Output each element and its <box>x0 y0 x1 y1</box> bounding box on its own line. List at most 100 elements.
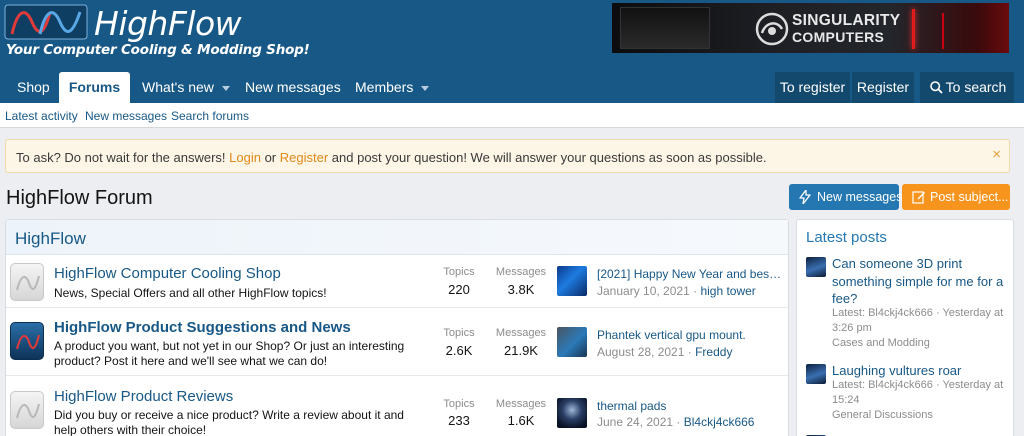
site-logo[interactable]: HighFlow Your Computer Cooling & Modding… <box>4 4 310 66</box>
avatar[interactable] <box>806 364 826 384</box>
last-post-meta: August 28, 2021 · Freddy <box>597 345 732 359</box>
new-messages-label: New messages <box>817 190 903 204</box>
tab-new-messages[interactable]: New messages <box>245 72 341 103</box>
subnav-latest-activity[interactable]: Latest activity <box>5 109 78 123</box>
chevron-down-icon[interactable] <box>421 85 430 91</box>
highflow-logo-icon <box>4 4 88 40</box>
messages-count: 1.6K <box>507 413 535 428</box>
search-button[interactable]: To search <box>920 72 1014 103</box>
login-link[interactable]: To register <box>775 72 850 103</box>
topics-label: Topics <box>443 398 475 410</box>
last-post-user[interactable]: Bl4ckj4ck666 <box>684 415 755 429</box>
ad-text-line1: SINGULARITY <box>792 12 901 29</box>
forum-logo-icon <box>16 275 40 291</box>
messages-count: 3.8K <box>507 282 535 297</box>
latest-post-title[interactable]: Laughing vultures roar <box>832 362 1008 380</box>
forum-row: HighFlow Computer Cooling Shop News, Spe… <box>6 256 788 308</box>
last-post-date: August 28, 2021 <box>597 345 685 359</box>
messages-label: Messages <box>495 266 547 278</box>
last-post-thumbnail[interactable] <box>557 266 587 296</box>
block-header: HighFlow <box>6 220 788 255</box>
notice-banner: To ask? Do not wait for the answers! Log… <box>5 139 1010 173</box>
topics-label: Topics <box>443 327 475 339</box>
forum-title[interactable]: HighFlow Product Reviews <box>54 388 233 405</box>
post-subject-button[interactable]: Post subject... <box>902 184 1010 210</box>
notice-suffix: and post your question! We will answer y… <box>328 150 767 165</box>
forum-read-icon <box>10 263 44 301</box>
latest-posts-sidebar: Latest posts Can someone 3D print someth… <box>796 219 1014 436</box>
site-header: HighFlow Your Computer Cooling & Modding… <box>0 0 1024 72</box>
post-subject-label: Post subject... <box>930 190 1009 204</box>
ad-text-line2: COMPUTERS <box>792 29 885 45</box>
sub-nav: Latest activity New messages Search foru… <box>0 103 1024 128</box>
latest-post-forum[interactable]: General Discussions <box>832 409 933 421</box>
register-button[interactable]: Register <box>852 72 914 103</box>
last-post-title[interactable]: [2021] Happy New Year and best wi... <box>597 267 783 281</box>
forum-description: Did you buy or receive a nice product? W… <box>54 408 404 436</box>
avatar[interactable] <box>806 257 826 277</box>
topics-count: 220 <box>448 282 470 297</box>
latest-post-item: Laughing vultures roar Latest: Bl4ckj4ck… <box>806 362 1011 422</box>
search-icon <box>930 81 943 94</box>
tab-whats-new-label: What's new <box>142 79 214 95</box>
edit-icon <box>912 191 925 204</box>
ad-decor-red2 <box>942 13 944 49</box>
subnav-new-messages[interactable]: New messages <box>85 109 167 123</box>
tab-whats-new[interactable]: What's new <box>142 72 230 103</box>
notice-or: or <box>260 150 280 165</box>
page-title: HighFlow Forum <box>6 187 153 209</box>
forum-logo-icon <box>16 403 40 419</box>
tab-members-label: Members <box>355 79 414 95</box>
topics-label: Topics <box>443 266 475 278</box>
latest-post-forum[interactable]: Cases and Modding <box>832 337 930 349</box>
forum-row: HighFlow Product Reviews Did you buy or … <box>6 377 788 436</box>
latest-post-title[interactable]: Can someone 3D print something simple fo… <box>832 255 1008 308</box>
messages-label: Messages <box>495 327 547 339</box>
close-icon[interactable]: × <box>992 146 1001 163</box>
notice-register-link[interactable]: Register <box>280 150 328 165</box>
separator-dot: · <box>693 284 698 298</box>
last-post-date: January 10, 2021 <box>597 284 690 298</box>
block-title[interactable]: HighFlow <box>15 229 86 249</box>
forum-logo-icon <box>16 334 40 350</box>
last-post-user[interactable]: Freddy <box>695 345 732 359</box>
latest-post-meta: Latest: Bl4ckj4ck666 · Yesterday at 3:26… <box>832 307 1004 334</box>
forum-read-icon <box>10 391 44 429</box>
last-post-thumbnail[interactable] <box>557 398 587 428</box>
tab-shop[interactable]: Shop <box>17 72 50 103</box>
subnav-search-forums[interactable]: Search forums <box>171 109 249 123</box>
sidebar-title[interactable]: Latest posts <box>806 229 887 246</box>
separator-dot: · <box>687 345 692 359</box>
latest-post-item: Can someone 3D print something simple fo… <box>806 255 1011 355</box>
notice-text: To ask? Do not wait for the answers! Log… <box>16 150 767 165</box>
chevron-down-icon[interactable] <box>221 85 230 91</box>
last-post-meta: January 10, 2021 · high tower <box>597 284 756 298</box>
forum-description: A product you want, but not yet in our S… <box>54 339 405 368</box>
new-messages-button[interactable]: New messages <box>789 184 903 210</box>
forum-block: HighFlow HighFlow Computer Cooling Shop … <box>5 219 789 436</box>
last-post-title[interactable]: thermal pads <box>597 399 783 413</box>
last-post-title[interactable]: Phantek vertical gpu mount. <box>597 328 783 342</box>
tab-members[interactable]: Members <box>355 72 430 103</box>
last-post-thumbnail[interactable] <box>557 327 587 357</box>
last-post-date: June 24, 2021 <box>597 415 674 429</box>
forum-title[interactable]: HighFlow Computer Cooling Shop <box>54 265 281 282</box>
ad-pc-image <box>620 7 710 49</box>
tab-forums[interactable]: Forums <box>59 72 130 103</box>
last-post-user[interactable]: high tower <box>700 284 755 298</box>
forum-description: News, Special Offers and all other HighF… <box>54 286 327 300</box>
topics-count: 2.6K <box>445 343 473 358</box>
main-nav: Shop Forums What's new New messages Memb… <box>0 72 1024 103</box>
forum-title[interactable]: HighFlow Product Suggestions and News <box>54 319 351 336</box>
singularity-ad-banner[interactable]: SINGULARITY COMPUTERS <box>612 3 1009 53</box>
search-label: To search <box>945 79 1007 95</box>
separator-dot: · <box>676 415 681 429</box>
ad-decor-red <box>912 9 915 49</box>
notice-login-link[interactable]: Login <box>229 150 261 165</box>
forum-unread-icon <box>10 322 44 360</box>
forum-row: HighFlow Product Suggestions and News A … <box>6 309 788 376</box>
ad-text: SINGULARITY COMPUTERS <box>792 12 901 45</box>
latest-post-meta: Latest: Bl4ckj4ck666 · Yesterday at 15:2… <box>832 379 1004 406</box>
logo-tagline: Your Computer Cooling & Modding Shop! <box>6 42 310 58</box>
notice-prefix: To ask? Do not wait for the answers! <box>16 150 230 165</box>
